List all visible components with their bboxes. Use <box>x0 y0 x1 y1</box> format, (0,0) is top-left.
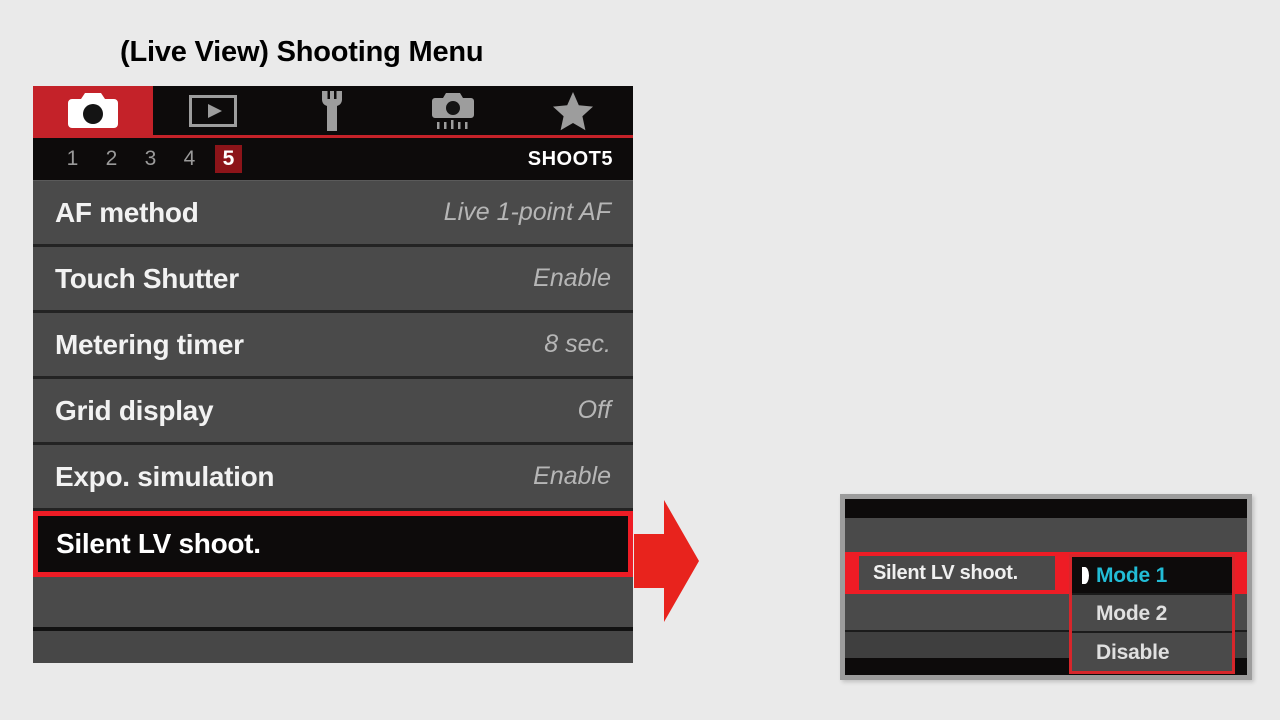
popup-top-strip <box>845 499 1247 518</box>
menu-row-label: Grid display <box>55 394 214 426</box>
menu-row-label: AF method <box>55 196 199 228</box>
page-tab-1[interactable]: 1 <box>53 145 92 173</box>
menu-row-label: Expo. simulation <box>55 460 275 492</box>
page-tab-4[interactable]: 4 <box>170 145 209 173</box>
camera-menu-panel: 1 2 3 4 5 SHOOT5 AF method Live 1-point … <box>33 86 633 663</box>
sidebar-item-custom-functions[interactable] <box>393 86 513 135</box>
menu-row-label: Metering timer <box>55 328 244 360</box>
sidebar-item-shooting[interactable] <box>33 86 153 135</box>
menu-page-tabs: 1 2 3 4 5 SHOOT5 <box>33 138 633 181</box>
menu-row-silent-lv-shoot-highlighted[interactable]: Silent LV shoot. <box>33 511 633 577</box>
popup-option-mode-1[interactable]: Mode 1 <box>1072 557 1232 595</box>
menu-row-metering-timer[interactable]: Metering timer 8 sec. <box>33 313 633 379</box>
camera-sliders-icon <box>429 91 477 131</box>
menu-row-label: Silent LV shoot. <box>56 528 261 559</box>
menu-row-silent-lv-shoot-inner: Silent LV shoot. <box>38 516 628 572</box>
popup-option-label: Mode 1 <box>1096 563 1168 587</box>
sidebar-item-my-menu[interactable] <box>513 86 633 135</box>
menu-row-value: Live 1-point AF <box>443 198 611 226</box>
page-title: (Live View) Shooting Menu <box>120 36 484 68</box>
menu-row-af-method[interactable]: AF method Live 1-point AF <box>33 181 633 247</box>
option-popup-panel: Silent LV shoot. Mode 1 Mode 2 Disable <box>840 494 1252 680</box>
page-tab-5-selected[interactable]: 5 <box>215 145 242 173</box>
sidebar-item-setup[interactable] <box>273 86 393 135</box>
right-arrow <box>634 498 700 629</box>
menu-empty-area <box>33 577 633 631</box>
popup-option-list: Mode 1 Mode 2 Disable <box>1069 554 1235 674</box>
wrench-icon <box>316 90 350 131</box>
selection-marker-icon <box>1082 566 1089 584</box>
sidebar-item-playback[interactable] <box>153 86 273 135</box>
menu-row-value: Enable <box>533 462 611 490</box>
option-popup-inner: Silent LV shoot. Mode 1 Mode 2 Disable <box>845 499 1247 675</box>
play-box-icon <box>189 94 237 127</box>
popup-option-disable[interactable]: Disable <box>1072 633 1232 671</box>
popup-option-label: Mode 2 <box>1096 601 1168 625</box>
page-tab-3[interactable]: 3 <box>131 145 170 173</box>
menu-tab-bar <box>33 86 633 138</box>
menu-row-value: 8 sec. <box>544 330 611 358</box>
menu-row-list: AF method Live 1-point AF Touch Shutter … <box>33 181 633 631</box>
popup-setting-label: Silent LV shoot. <box>859 556 1055 590</box>
popup-option-label: Disable <box>1096 640 1170 664</box>
star-icon <box>552 91 594 131</box>
menu-row-grid-display[interactable]: Grid display Off <box>33 379 633 445</box>
popup-option-mode-2[interactable]: Mode 2 <box>1072 595 1232 633</box>
menu-row-value: Enable <box>533 264 611 292</box>
page-tab-2[interactable]: 2 <box>92 145 131 173</box>
page-group-label: SHOOT5 <box>527 147 613 170</box>
screenshot-root: (Live View) Shooting Menu 1 2 3 4 5 SHOO… <box>0 0 1280 720</box>
menu-row-value: Off <box>577 396 611 424</box>
popup-row-above <box>845 518 1247 556</box>
menu-row-expo-simulation[interactable]: Expo. simulation Enable <box>33 445 633 511</box>
camera-icon <box>68 92 118 129</box>
menu-row-touch-shutter[interactable]: Touch Shutter Enable <box>33 247 633 313</box>
menu-row-label: Touch Shutter <box>55 262 239 294</box>
